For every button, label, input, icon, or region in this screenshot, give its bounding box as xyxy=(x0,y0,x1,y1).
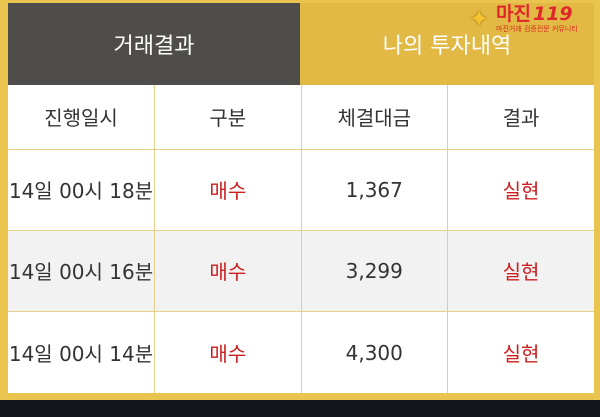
cell-result: 실현 xyxy=(447,230,594,313)
table-row: 14일 00시 14분 매수 4,300 실현 xyxy=(8,311,594,393)
site-logo: ✦ 마진 119 마진거래 검증전문 커뮤니티 xyxy=(462,2,594,36)
cell-type: 매수 xyxy=(154,230,302,313)
logo-text: 마진 119 마진거래 검증전문 커뮤니티 xyxy=(496,5,578,33)
logo-main: 마진 119 xyxy=(496,5,578,24)
header-type: 구분 xyxy=(154,85,302,150)
table-row: 14일 00시 18분 매수 1,367 실현 xyxy=(8,149,594,231)
cell-datetime: 14일 00시 14분 xyxy=(8,311,155,393)
bottom-bar xyxy=(0,400,600,417)
cell-amount: 1,367 xyxy=(301,149,448,231)
cell-result: 실현 xyxy=(447,311,594,393)
trade-table-container: 진행일시 구분 체결대금 결과 14일 00시 18분 매수 1,367 실현 … xyxy=(8,85,594,393)
cell-type: 매수 xyxy=(154,149,302,231)
cell-datetime: 14일 00시 16분 xyxy=(8,230,155,313)
table-row: 14일 00시 16분 매수 3,299 실현 xyxy=(8,230,594,313)
table-header-row: 진행일시 구분 체결대금 결과 xyxy=(8,85,594,150)
logo-tagline: 마진거래 검증전문 커뮤니티 xyxy=(496,25,578,33)
cell-datetime: 14일 00시 18분 xyxy=(8,149,155,231)
header-amount: 체결대금 xyxy=(301,85,448,150)
cell-amount: 3,299 xyxy=(301,230,448,313)
trade-table: 진행일시 구분 체결대금 결과 14일 00시 18분 매수 1,367 실현 … xyxy=(8,85,594,393)
cell-result: 실현 xyxy=(447,149,594,231)
logo-name: 마진 xyxy=(496,3,531,25)
header-result: 결과 xyxy=(447,85,594,150)
tab-trade-results-label: 거래결과 xyxy=(113,34,195,59)
cell-type: 매수 xyxy=(154,311,302,393)
header-datetime: 진행일시 xyxy=(8,85,155,150)
logo-number: 119 xyxy=(532,3,573,25)
eagle-emblem-icon: ✦ xyxy=(468,5,490,33)
cell-amount: 4,300 xyxy=(301,311,448,393)
trade-panel: 거래결과 나의 투자내역 ✦ 마진 119 마진거래 검증전문 커뮤니티 진행일… xyxy=(0,0,600,400)
tab-trade-results[interactable]: 거래결과 xyxy=(8,3,300,85)
